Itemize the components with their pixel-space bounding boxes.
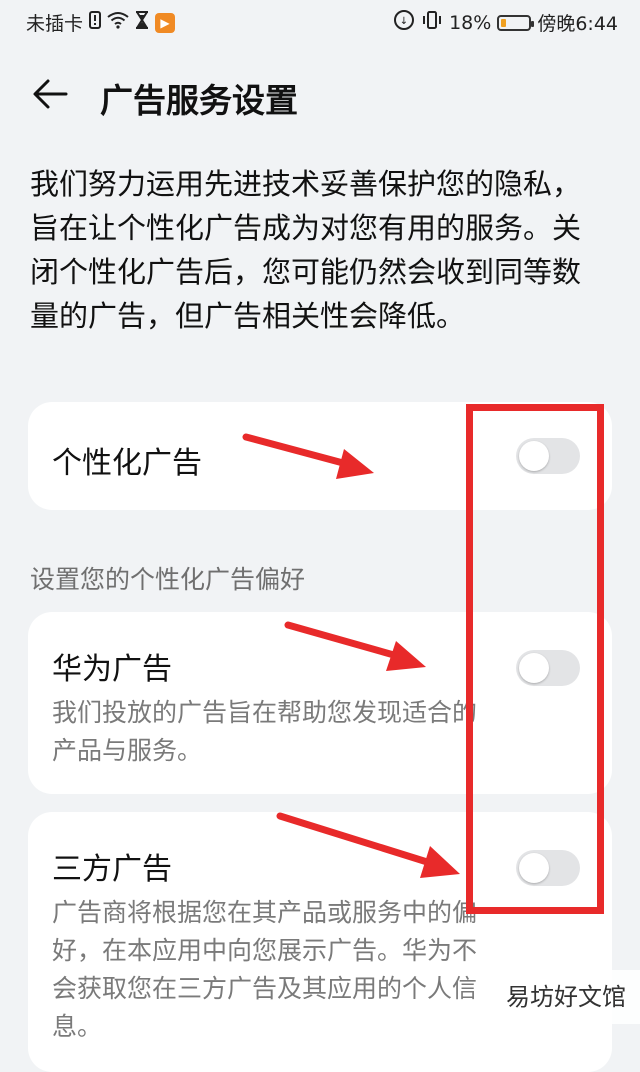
personalized-ads-toggle[interactable] — [516, 438, 580, 474]
watermark: 易坊好文馆 — [492, 970, 640, 1024]
battery-icon — [497, 14, 535, 31]
third-party-ads-card[interactable]: 三方广告 广告商将根据您在其产品或服务中的偏好，在本应用中向您展示广告。华为不会… — [28, 812, 612, 1072]
wifi-icon — [107, 11, 129, 34]
toggle-knob — [519, 853, 549, 883]
page-title: 广告服务设置 — [100, 81, 298, 120]
intro-description: 我们努力运用先进技术妥善保护您的隐私，旨在让个性化广告成为对您有用的服务。关闭个… — [30, 167, 582, 333]
vibrate-icon — [421, 11, 443, 34]
toggle-knob — [519, 441, 549, 471]
third-party-ads-label: 三方广告 — [52, 852, 172, 887]
third-party-ads-description: 广告商将根据您在其产品或服务中的偏好，在本应用中向您展示广告。华为不会获取您在三… — [52, 898, 478, 1041]
huawei-ads-description: 我们投放的广告旨在帮助您发现适合的产品与服务。 — [52, 698, 478, 765]
sim-alert-icon — [89, 11, 102, 34]
huawei-ads-toggle[interactable] — [516, 650, 580, 686]
svg-text:↓: ↓ — [400, 16, 408, 27]
status-bar-left: 未插卡 ▶ — [26, 9, 176, 36]
battery-level-fill — [501, 18, 507, 27]
personalized-ads-card[interactable]: 个性化广告 — [28, 402, 612, 510]
app-header: 广告服务设置 — [0, 60, 640, 130]
data-saver-icon: ↓ — [393, 9, 415, 36]
arrow-left-icon[interactable] — [30, 76, 70, 112]
app-notification-icon: ▶ — [155, 12, 176, 33]
huawei-ads-card[interactable]: 华为广告 我们投放的广告旨在帮助您发现适合的产品与服务。 — [28, 612, 612, 794]
clock: 傍晚6:44 — [537, 13, 618, 35]
status-bar: 未插卡 ▶ ↓ 18% 傍晚6:44 — [0, 0, 640, 44]
toggle-knob — [519, 653, 549, 683]
personalized-ads-label: 个性化广告 — [52, 446, 202, 481]
huawei-ads-label: 华为广告 — [52, 652, 172, 687]
carrier-label: 未插卡 — [26, 13, 84, 35]
hourglass-icon — [135, 11, 149, 34]
preferences-section-label: 设置您的个性化广告偏好 — [30, 565, 306, 594]
battery-percent: 18% — [449, 11, 492, 34]
third-party-ads-toggle[interactable] — [516, 850, 580, 886]
status-bar-right: ↓ 18% 傍晚6:44 — [393, 9, 618, 36]
